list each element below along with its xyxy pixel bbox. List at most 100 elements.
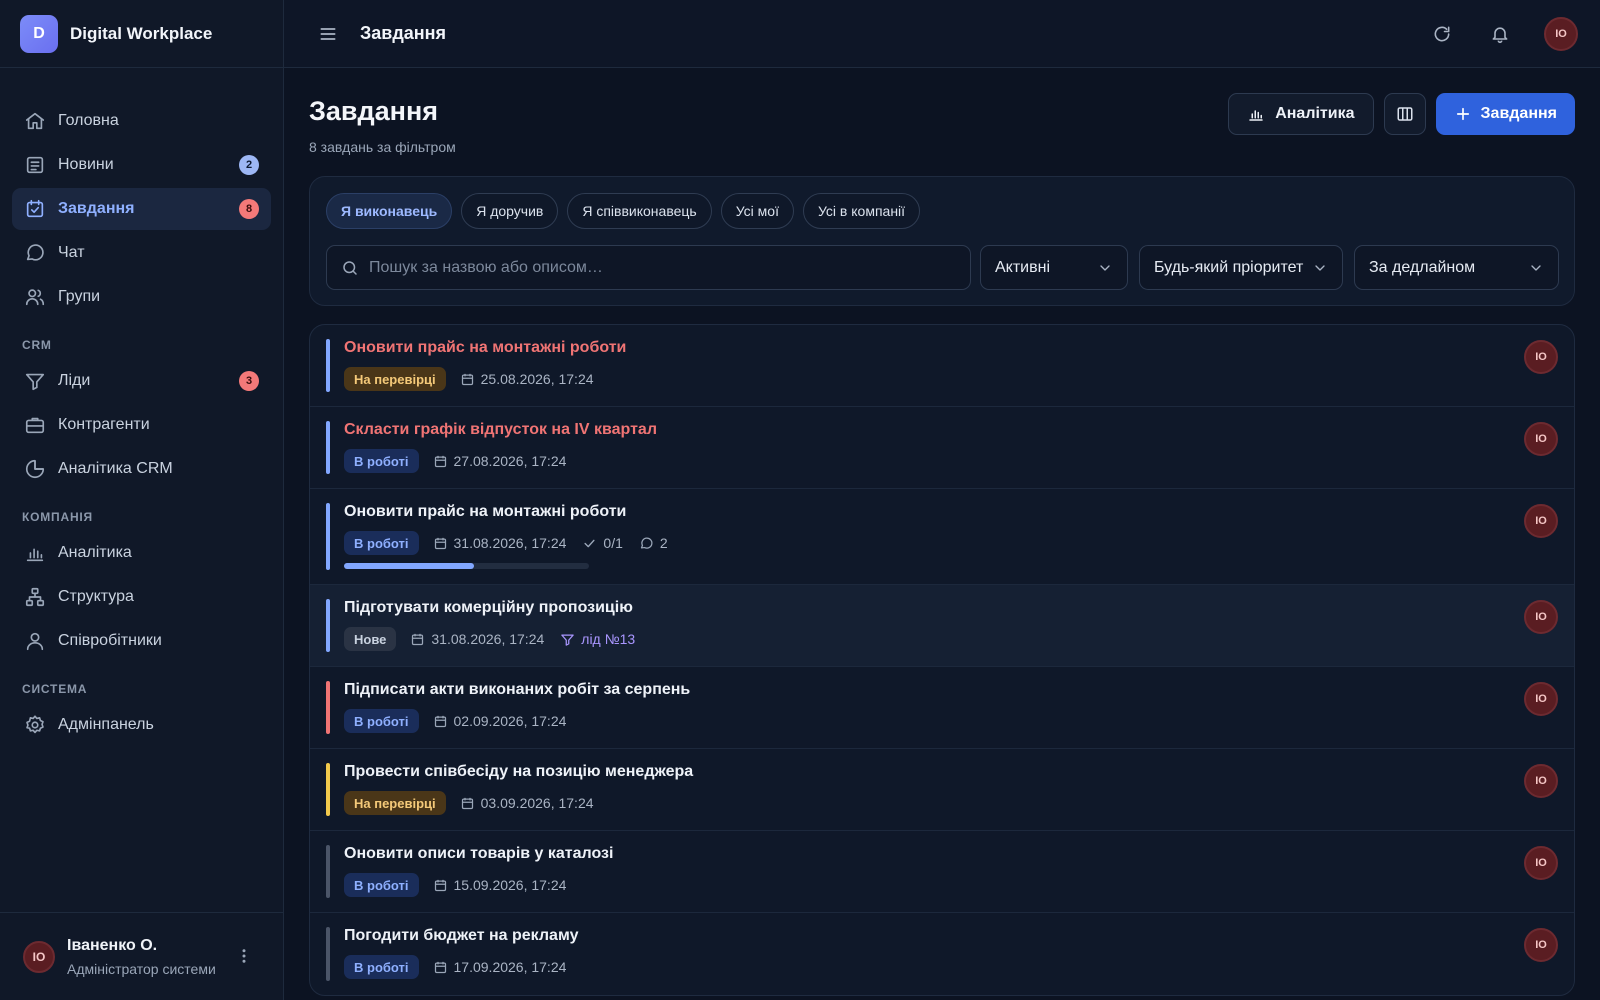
nav-section-crm: CRM (22, 338, 52, 352)
analytics-button[interactable]: Аналітика (1228, 93, 1374, 135)
table-row[interactable]: Провести співбесіду на позицію менеджера… (310, 749, 1574, 831)
due-date: 03.09.2026, 17:24 (460, 795, 594, 811)
user-profile[interactable]: IO Іваненко О. Адміністратор системи (0, 912, 283, 1000)
priority-bar (326, 763, 330, 816)
sidebar-item-contractors[interactable]: Контрагенти (12, 404, 271, 446)
filter-panel: Я виконавець Я доручив Я співвиконавець … (309, 176, 1575, 306)
topbar-avatar[interactable]: IO (1544, 17, 1578, 51)
chat-icon (24, 242, 46, 264)
task-title[interactable]: Підписати акти виконаних робіт за серпен… (344, 681, 690, 699)
chevron-down-icon (1528, 260, 1544, 276)
task-title[interactable]: Оновити описи товарів у каталозі (344, 845, 613, 863)
priority-bar (326, 927, 330, 981)
assignee-avatar[interactable]: IO (1524, 682, 1558, 716)
checklist-count: 0/1 (582, 535, 623, 551)
topbar-title: Завдання (360, 23, 447, 43)
kanban-view-button[interactable] (1383, 93, 1426, 135)
sidebar-item-label: Ліди (58, 372, 91, 389)
bell-icon[interactable] (1490, 24, 1510, 44)
search-input[interactable] (369, 258, 929, 277)
structure-icon (24, 586, 46, 608)
sidebar-item-groups[interactable]: Групи (12, 276, 271, 318)
task-title[interactable]: Підготувати комерційну пропозицію (344, 599, 633, 617)
table-row[interactable]: Погодити бюджет на рекламу В роботі 17.0… (310, 913, 1574, 995)
filter-icon (24, 370, 46, 392)
sidebar-item-label: Адмінпанель (58, 716, 154, 733)
task-title[interactable]: Провести співбесіду на позицію менеджера (344, 763, 693, 781)
chip-assigned-by-me[interactable]: Я доручив (461, 193, 559, 229)
due-date: 25.08.2026, 17:24 (460, 371, 594, 387)
assignee-avatar[interactable]: IO (1524, 846, 1558, 880)
sidebar-item-leads[interactable]: Ліди 3 (12, 360, 271, 402)
lead-link[interactable]: лід №13 (560, 631, 635, 647)
task-title[interactable]: Оновити прайс на монтажні роботи (344, 503, 626, 521)
checklist-progress (344, 563, 589, 569)
sidebar-nav: Головна Новини 2 Завдання 8 Чат Групи CR… (0, 68, 283, 746)
main-content: Завдання 8 завдань за фільтром Аналітика… (309, 68, 1575, 996)
table-row[interactable]: Підписати акти виконаних робіт за серпен… (310, 667, 1574, 749)
task-title[interactable]: Погодити бюджет на рекламу (344, 927, 578, 945)
table-row[interactable]: Оновити прайс на монтажні роботи В робот… (310, 489, 1574, 585)
due-date: 27.08.2026, 17:24 (433, 453, 566, 469)
status-badge: В роботі (344, 449, 419, 473)
sidebar-item-label: Аналітика CRM (58, 460, 173, 477)
sidebar-item-label: Структура (58, 588, 134, 605)
sidebar-item-analytics[interactable]: Аналітика (12, 532, 271, 574)
new-task-button[interactable]: Завдання (1435, 93, 1575, 135)
sidebar-item-label: Завдання (58, 200, 135, 217)
assignee-avatar[interactable]: IO (1524, 504, 1558, 538)
sidebar-item-structure[interactable]: Структура (12, 576, 271, 618)
table-row[interactable]: Підготувати комерційну пропозицію Нове 3… (310, 585, 1574, 667)
due-date: 02.09.2026, 17:24 (433, 713, 566, 729)
table-row[interactable]: Скласти графік відпусток на IV квартал В… (310, 407, 1574, 489)
sort-select[interactable]: За дедлайном (1354, 245, 1559, 290)
sidebar-item-label: Головна (58, 112, 119, 129)
priority-bar (326, 681, 330, 734)
hamburger-icon[interactable] (318, 24, 338, 44)
table-row[interactable]: Оновити прайс на монтажні роботи На пере… (310, 325, 1574, 407)
filter-chips: Я виконавець Я доручив Я співвиконавець … (326, 193, 929, 229)
sidebar-item-employees[interactable]: Співробітники (12, 620, 271, 662)
chip-all-company[interactable]: Усі в компанії (802, 193, 921, 229)
table-row[interactable]: Оновити описи товарів у каталозі В робот… (310, 831, 1574, 913)
chip-assignee[interactable]: Я виконавець (326, 193, 453, 229)
news-icon (24, 154, 46, 176)
sidebar-item-crm-analytics[interactable]: Аналітика CRM (12, 448, 271, 490)
refresh-icon[interactable] (1432, 24, 1452, 44)
chevron-down-icon (1097, 260, 1113, 276)
status-badge: В роботі (344, 873, 419, 897)
assignee-avatar[interactable]: IO (1524, 422, 1558, 456)
sidebar-item-home[interactable]: Головна (12, 100, 271, 142)
sidebar-item-label: Новини (58, 156, 114, 173)
assignee-avatar[interactable]: IO (1524, 764, 1558, 798)
status-select-value: Активні (995, 258, 1051, 276)
task-title[interactable]: Оновити прайс на монтажні роботи (344, 339, 626, 357)
pie-chart-icon (24, 458, 46, 480)
sidebar-item-tasks[interactable]: Завдання 8 (12, 188, 271, 230)
assignee-avatar[interactable]: IO (1524, 340, 1558, 374)
calendar-icon (433, 878, 448, 893)
calendar-icon (433, 714, 448, 729)
brand[interactable]: D Digital Workplace (0, 0, 283, 68)
due-date-text: 25.08.2026, 17:24 (480, 371, 594, 387)
assignee-avatar[interactable]: IO (1524, 600, 1558, 634)
status-badge: В роботі (344, 709, 419, 733)
more-vertical-icon[interactable] (235, 947, 253, 965)
priority-bar (326, 845, 330, 898)
brand-name: Digital Workplace (70, 23, 213, 43)
calendar-icon (433, 454, 448, 469)
due-date-text: 15.09.2026, 17:24 (453, 877, 567, 893)
sidebar-item-news[interactable]: Новини 2 (12, 144, 271, 186)
priority-bar (326, 421, 330, 474)
priority-select[interactable]: Будь-який пріоритет (1139, 245, 1343, 290)
status-select[interactable]: Активні (980, 245, 1128, 290)
task-title[interactable]: Скласти графік відпусток на IV квартал (344, 421, 657, 439)
sidebar-item-admin[interactable]: Адмінпанель (12, 704, 271, 746)
due-date: 31.08.2026, 17:24 (410, 631, 544, 647)
assignee-avatar[interactable]: IO (1524, 928, 1558, 962)
sidebar-item-label: Співробітники (58, 632, 162, 649)
filter-icon (560, 632, 575, 647)
chip-all-mine[interactable]: Усі мої (720, 193, 794, 229)
sidebar-item-chat[interactable]: Чат (12, 232, 271, 274)
chip-co-assignee[interactable]: Я співвиконавець (567, 193, 712, 229)
